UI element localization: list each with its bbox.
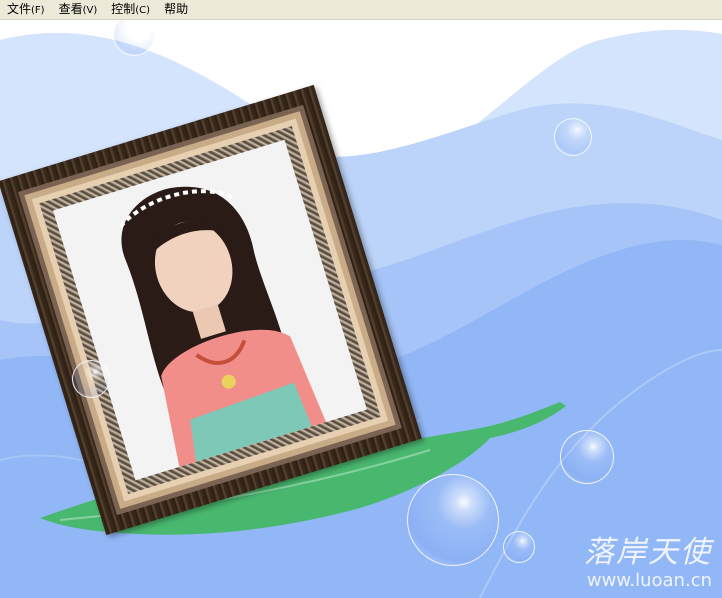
- bubble-top-right: [554, 118, 592, 156]
- portrait-photo: [53, 139, 367, 481]
- menu-help[interactable]: 帮助: [157, 0, 195, 19]
- bubble-right-medium: [560, 430, 614, 484]
- bubble-large: [407, 474, 499, 566]
- bubble-small-bottom: [503, 531, 535, 563]
- watermark-title: 落岸天使: [584, 535, 712, 570]
- menu-bar: 文件(F) 查看(V) 控制(C) 帮助: [0, 0, 722, 20]
- menu-view[interactable]: 查看(V): [52, 0, 105, 19]
- frame-mat: [24, 111, 396, 509]
- watermark-url: www.luoan.cn: [586, 570, 712, 591]
- bubble-left-small: [72, 360, 110, 398]
- portrait-illustration: [53, 140, 367, 481]
- menu-file[interactable]: 文件(F): [0, 0, 52, 19]
- screensaver-canvas[interactable]: 落岸天使 www.luoan.cn: [0, 20, 722, 598]
- frame-mat-inner: [31, 118, 389, 502]
- frame-speckle: [39, 126, 381, 494]
- menu-control[interactable]: 控制(C): [104, 0, 157, 19]
- watermark: 落岸天使 www.luoan.cn: [584, 536, 712, 592]
